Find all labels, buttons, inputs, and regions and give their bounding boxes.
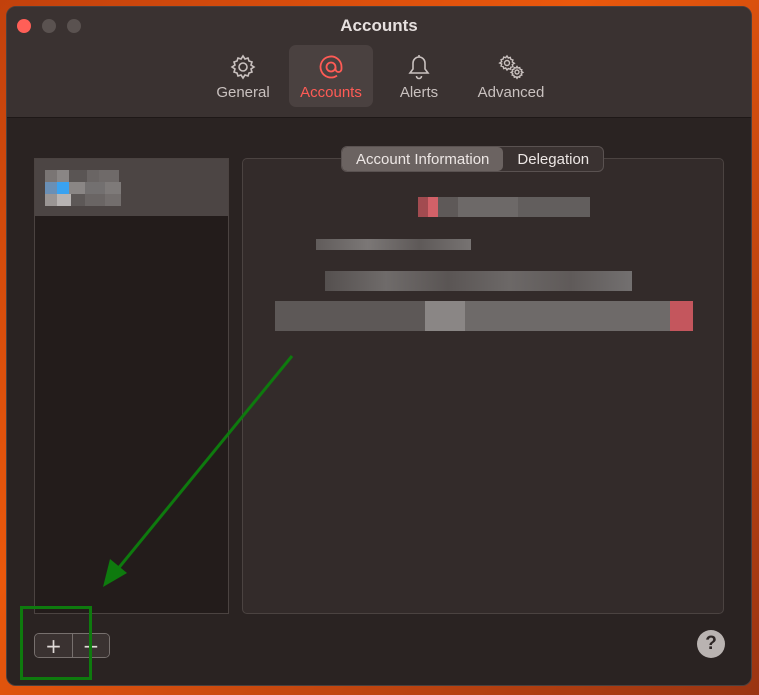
redacted-field bbox=[275, 301, 693, 331]
toolbar-alerts-label: Alerts bbox=[399, 84, 439, 101]
redacted-field bbox=[316, 239, 471, 250]
list-controls: + − bbox=[34, 633, 110, 658]
gears-icon bbox=[498, 54, 525, 80]
preferences-window: Accounts General Accounts Alerts Advance… bbox=[6, 6, 752, 686]
toolbar-general[interactable]: General bbox=[201, 45, 285, 107]
redacted-field bbox=[325, 271, 632, 291]
remove-account-button[interactable]: − bbox=[72, 634, 109, 657]
detail-tabs: Account Information Delegation bbox=[341, 146, 605, 172]
account-detail-panel bbox=[242, 158, 724, 614]
toolbar-advanced-label: Advanced bbox=[477, 84, 545, 101]
list-item[interactable] bbox=[35, 159, 228, 216]
redacted-account-title bbox=[418, 197, 590, 217]
accounts-pane: + − Account Information Delegation ? bbox=[7, 118, 751, 685]
accounts-list[interactable] bbox=[34, 158, 229, 614]
toolbar-accounts-label: Accounts bbox=[300, 84, 362, 101]
titlebar: Accounts General Accounts Alerts Advance… bbox=[7, 7, 751, 118]
gear-icon bbox=[230, 54, 256, 80]
preferences-toolbar: General Accounts Alerts Advanced bbox=[7, 45, 751, 107]
redacted-account-name bbox=[45, 169, 155, 206]
toolbar-advanced[interactable]: Advanced bbox=[465, 45, 557, 107]
tab-account-information[interactable]: Account Information bbox=[342, 147, 504, 171]
toolbar-accounts[interactable]: Accounts bbox=[289, 45, 373, 107]
add-account-button[interactable]: + bbox=[35, 634, 72, 657]
toolbar-alerts[interactable]: Alerts bbox=[377, 45, 461, 107]
tab-delegation[interactable]: Delegation bbox=[503, 147, 603, 171]
toolbar-general-label: General bbox=[216, 84, 270, 101]
at-icon bbox=[319, 55, 343, 79]
window-title: Accounts bbox=[340, 16, 418, 35]
help-button[interactable]: ? bbox=[697, 630, 725, 658]
bell-icon bbox=[408, 55, 430, 80]
